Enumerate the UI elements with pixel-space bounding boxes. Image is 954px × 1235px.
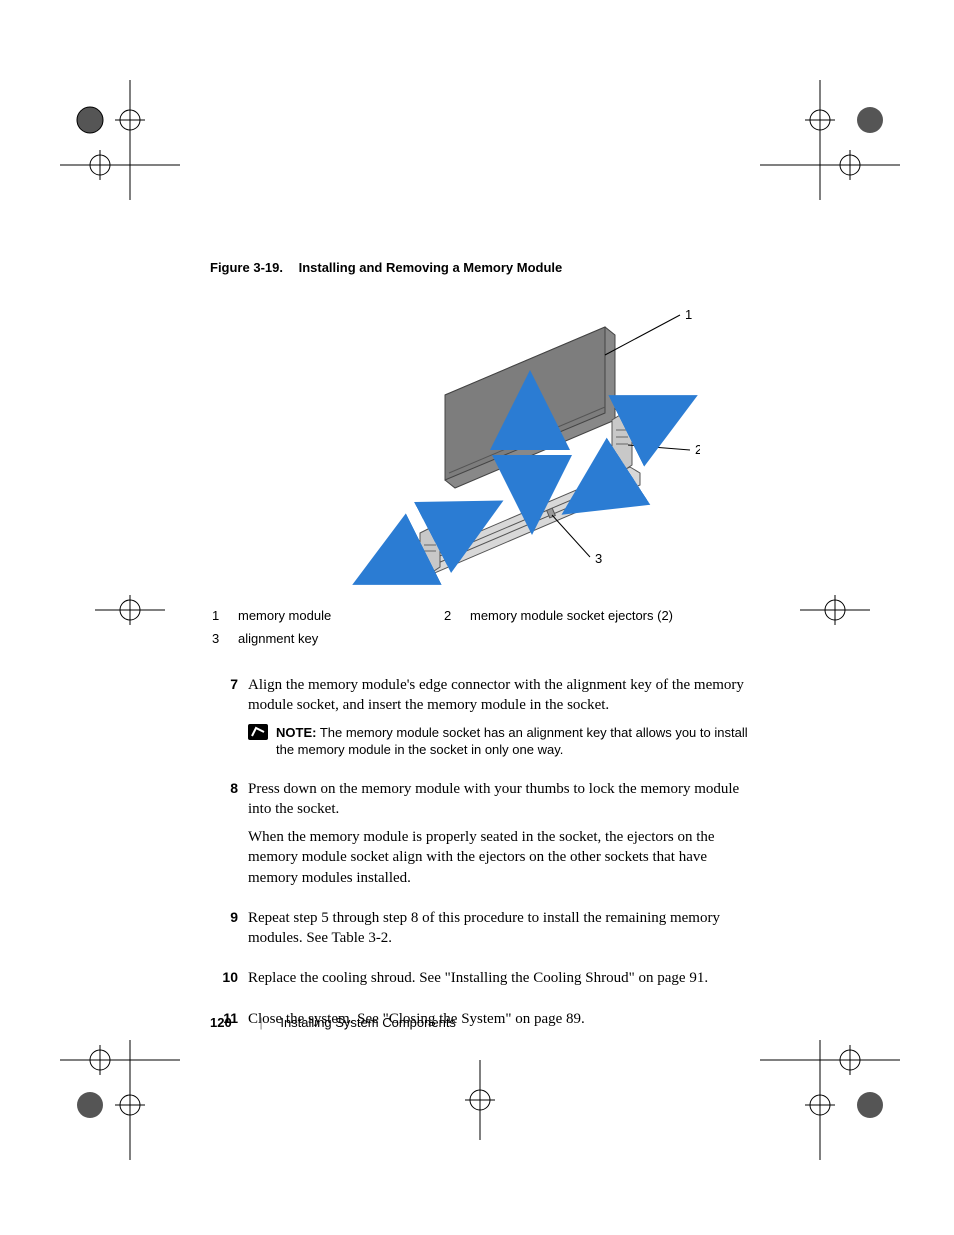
note-label: NOTE: [276,725,316,740]
legend-num: 1 [212,605,236,626]
reg-bot-left [60,1040,180,1160]
figure-illustration: 1 2 3 [260,295,700,585]
step-number: 9 [210,908,248,957]
callout-3: 3 [595,551,602,566]
step-text: Replace the cooling shroud. See "Install… [248,968,750,988]
step-number: 7 [210,675,248,767]
ejector-left-graphic [420,527,440,575]
step-text: Press down on the memory module with you… [248,779,750,820]
figure-title: Installing and Removing a Memory Module [299,260,563,275]
callout-2: 2 [695,442,700,457]
legend-label: memory module socket ejectors (2) [470,605,748,626]
callout-1: 1 [685,307,692,322]
step-number: 8 [210,779,248,896]
ejector-right-graphic [612,415,632,473]
note-box: NOTE: The memory module socket has an al… [248,724,750,759]
legend-label: alignment key [238,628,442,649]
reg-top-left [60,80,180,200]
page-footer: 120 | Installing System Components [210,1015,456,1030]
step-text: When the memory module is properly seate… [248,827,750,888]
step-10: 10 Replace the cooling shroud. See "Inst… [210,968,750,996]
reg-bot-mid [440,1060,520,1140]
step-text: Repeat step 5 through step 8 of this pro… [248,908,750,949]
note-text: The memory module socket has an alignmen… [276,725,748,758]
section-title: Installing System Components [280,1015,456,1030]
figure-caption: Figure 3-19. Installing and Removing a M… [210,260,750,275]
figure-number: Figure 3-19. [210,260,283,275]
procedure-steps: 7 Align the memory module's edge connect… [210,675,750,1037]
step-8: 8 Press down on the memory module with y… [210,779,750,896]
step-text: Align the memory module's edge connector… [248,675,750,716]
reg-mid-right [800,580,870,640]
legend-num: 3 [212,628,236,649]
step-number: 10 [210,968,248,996]
reg-bot-right [760,1040,900,1160]
page-number: 120 [210,1015,232,1030]
figure-legend: 1 memory module 2 memory module socket e… [210,603,750,651]
legend-label: memory module [238,605,442,626]
footer-separator: | [259,1015,262,1030]
legend-num: 2 [444,605,468,626]
step-7: 7 Align the memory module's edge connect… [210,675,750,767]
step-9: 9 Repeat step 5 through step 8 of this p… [210,908,750,957]
reg-top-right [760,80,900,200]
reg-mid-left [95,580,165,640]
page-content: Figure 3-19. Installing and Removing a M… [210,260,750,1049]
note-icon [248,724,270,759]
